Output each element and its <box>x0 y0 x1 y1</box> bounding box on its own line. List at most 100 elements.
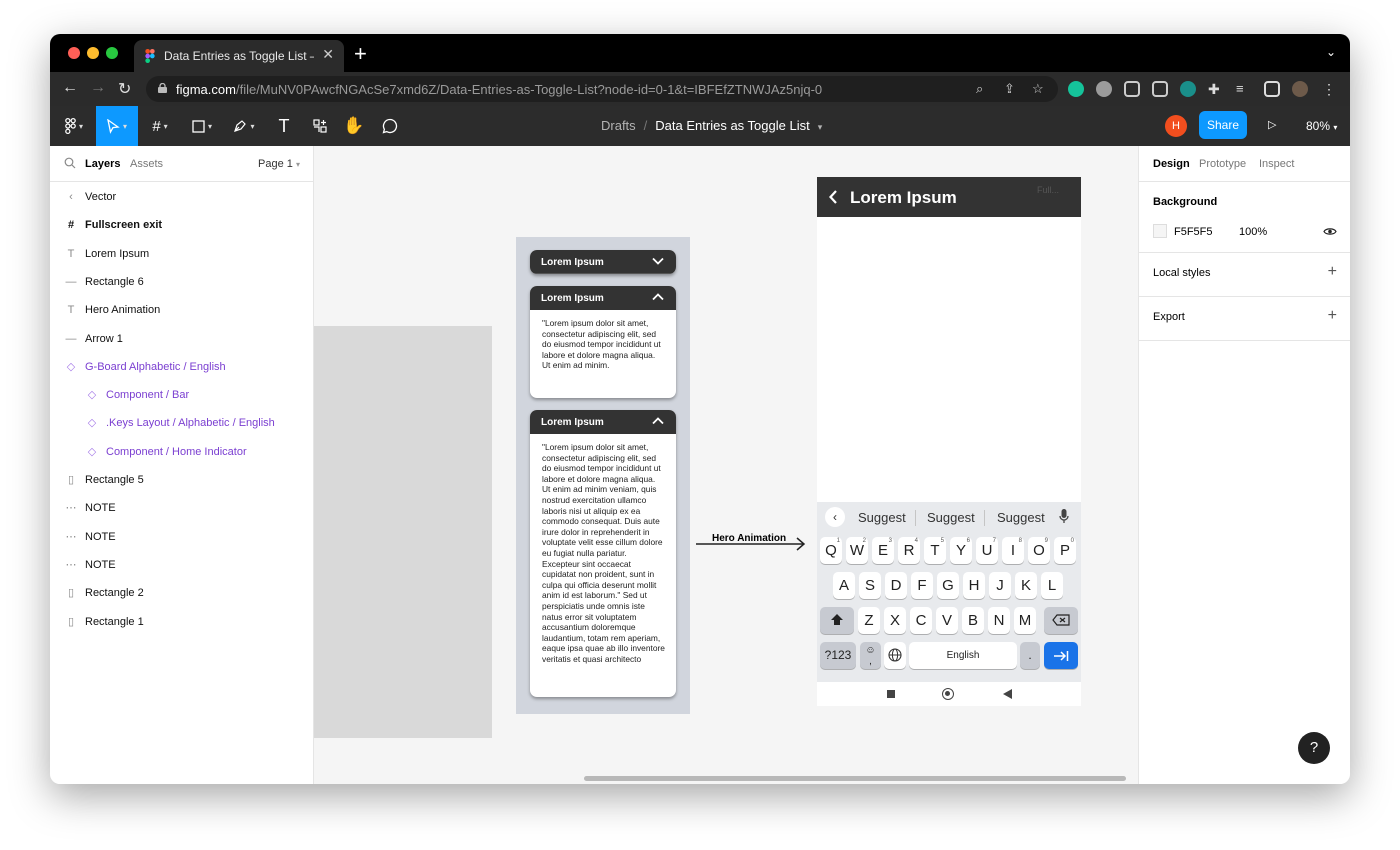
key-v[interactable]: V <box>936 607 958 634</box>
toggle-card-header[interactable]: Lorem Ipsum <box>530 410 676 434</box>
toggle-card[interactable]: Lorem Ipsum "Lorem ipsum dolor sit amet, … <box>530 286 676 398</box>
add-export-plus-icon[interactable]: + <box>1328 307 1337 325</box>
toggle-card-header[interactable]: Lorem Ipsum <box>530 286 676 310</box>
horizontal-scrollbar[interactable] <box>584 776 1126 781</box>
layer-row[interactable]: ▯ Rectangle 1 <box>50 608 314 636</box>
reading-list-icon[interactable]: ≡ <box>1236 81 1252 97</box>
back-triangle-icon[interactable] <box>1003 689 1012 699</box>
notion-extension-icon[interactable] <box>1152 81 1168 97</box>
share-button[interactable]: Share <box>1199 111 1247 139</box>
chevron-up-icon[interactable] <box>652 291 664 303</box>
file-menu-chevron-icon[interactable]: ▾ <box>818 122 823 132</box>
enter-key[interactable] <box>1044 642 1078 669</box>
layer-row[interactable]: ◇ Component / Home Indicator <box>50 438 314 466</box>
profile-avatar[interactable] <box>1292 81 1308 97</box>
phone-frame[interactable]: Lorem Ipsum Full... ‹ Suggest Suggest Su… <box>817 177 1081 706</box>
main-menu-button[interactable]: ▾ <box>54 106 94 146</box>
recents-square-icon[interactable] <box>887 690 895 698</box>
key-s[interactable]: S <box>859 572 881 599</box>
reload-icon[interactable]: ↻ <box>118 79 131 99</box>
window-extension-icon[interactable] <box>1124 81 1140 97</box>
layer-row[interactable]: # Fullscreen exit <box>50 211 314 239</box>
key-y[interactable]: Y6 <box>950 537 972 564</box>
suggestion-1[interactable]: Suggest <box>858 510 906 525</box>
hand-tool-button[interactable]: ✋ <box>334 106 374 146</box>
frame-tool-button[interactable]: # ▾ <box>140 106 180 146</box>
add-style-plus-icon[interactable]: + <box>1328 263 1337 281</box>
present-play-icon[interactable]: ▷ <box>1268 118 1276 131</box>
key-f[interactable]: F <box>911 572 933 599</box>
suggestion-2[interactable]: Suggest <box>927 510 975 525</box>
suggestion-3[interactable]: Suggest <box>997 510 1045 525</box>
rectangle-frame[interactable] <box>314 326 492 738</box>
layer-row[interactable]: — Rectangle 6 <box>50 268 314 296</box>
key-l[interactable]: L <box>1041 572 1063 599</box>
key-r[interactable]: R4 <box>898 537 920 564</box>
back-chevron-icon[interactable] <box>829 190 838 204</box>
key-x[interactable]: X <box>884 607 906 634</box>
tab-design[interactable]: Design <box>1153 158 1190 170</box>
minimize-window-button[interactable] <box>87 47 99 59</box>
chevron-up-icon[interactable] <box>652 415 664 427</box>
tab-close-icon[interactable]: ✕ <box>322 46 334 63</box>
tab-assets[interactable]: Assets <box>130 158 163 170</box>
tab-layers[interactable]: Layers <box>85 158 120 170</box>
key-i[interactable]: I8 <box>1002 537 1024 564</box>
arrow-connector-icon[interactable] <box>696 537 808 551</box>
key-z[interactable]: Z <box>858 607 880 634</box>
layer-row[interactable]: ⋯ NOTE <box>50 494 314 522</box>
background-opacity[interactable]: 100% <box>1239 226 1267 238</box>
symbols-key[interactable]: ?123 <box>820 642 856 669</box>
forward-arrow-icon[interactable]: → <box>90 79 106 97</box>
layer-row[interactable]: ◇ G-Board Alphabetic / English <box>50 353 314 381</box>
key-u[interactable]: U7 <box>976 537 998 564</box>
layer-row[interactable]: — Arrow 1 <box>50 325 314 353</box>
background-swatch[interactable] <box>1153 224 1167 238</box>
key-d[interactable]: D <box>885 572 907 599</box>
space-key[interactable]: English <box>909 642 1017 669</box>
emoji-comma-key[interactable]: ☺, <box>860 642 881 669</box>
shape-tool-button[interactable]: ▾ <box>182 106 222 146</box>
tab-search-chevron-icon[interactable]: ⌄ <box>1326 45 1336 59</box>
layer-search-icon[interactable] <box>64 157 76 169</box>
breadcrumb-drafts[interactable]: Drafts <box>601 118 636 133</box>
key-g[interactable]: G <box>937 572 959 599</box>
puzzle-extensions-icon[interactable]: ✚ <box>1208 81 1224 97</box>
key-o[interactable]: O9 <box>1028 537 1050 564</box>
key-a[interactable]: A <box>833 572 855 599</box>
zoom-control[interactable]: 80% ▾ <box>1306 119 1337 133</box>
shift-key[interactable] <box>820 607 854 634</box>
text-tool-button[interactable]: T <box>264 106 304 146</box>
move-tool-button[interactable]: ▾ <box>96 106 138 146</box>
key-j[interactable]: J <box>989 572 1011 599</box>
toggle-card[interactable]: Lorem Ipsum <box>530 250 676 274</box>
visibility-eye-icon[interactable] <box>1323 227 1337 236</box>
toggle-card[interactable]: Lorem Ipsum "Lorem ipsum dolor sit amet, … <box>530 410 676 697</box>
layer-row[interactable]: ⋯ NOTE <box>50 551 314 579</box>
grammarly-extension-icon[interactable] <box>1068 81 1084 97</box>
layer-row[interactable]: ◇ Component / Bar <box>50 381 314 409</box>
suggestion-back-icon[interactable]: ‹ <box>825 507 845 527</box>
language-key[interactable] <box>884 642 906 669</box>
page-selector[interactable]: Page 1 ▾ <box>258 158 300 170</box>
layer-row[interactable]: ◇ .Keys Layout / Alphabetic / English <box>50 409 314 437</box>
side-panel-icon[interactable] <box>1264 81 1280 97</box>
key-n[interactable]: N <box>988 607 1010 634</box>
key-m[interactable]: M <box>1014 607 1036 634</box>
design-canvas[interactable]: Lorem Ipsum Lorem Ipsum "Lorem ipsum dolor… <box>314 146 1138 784</box>
comment-tool-button[interactable] <box>370 106 410 146</box>
toggle-card-header[interactable]: Lorem Ipsum <box>530 250 676 274</box>
toggle-list-frame[interactable]: Lorem Ipsum Lorem Ipsum "Lorem ipsum dolor… <box>516 237 690 714</box>
key-q[interactable]: Q1 <box>820 537 842 564</box>
layer-row[interactable]: ‹ Vector <box>50 183 314 211</box>
pen-tool-button[interactable]: ▾ <box>224 106 264 146</box>
key-c[interactable]: C <box>910 607 932 634</box>
layer-row[interactable]: ▯ Rectangle 5 <box>50 466 314 494</box>
key-t[interactable]: T5 <box>924 537 946 564</box>
new-tab-button[interactable]: + <box>354 41 367 67</box>
key-e[interactable]: E3 <box>872 537 894 564</box>
file-name[interactable]: Data Entries as Toggle List <box>655 118 809 133</box>
tab-prototype[interactable]: Prototype <box>1199 158 1246 170</box>
share-page-icon[interactable]: ⇪ <box>1004 81 1015 97</box>
close-window-button[interactable] <box>68 47 80 59</box>
